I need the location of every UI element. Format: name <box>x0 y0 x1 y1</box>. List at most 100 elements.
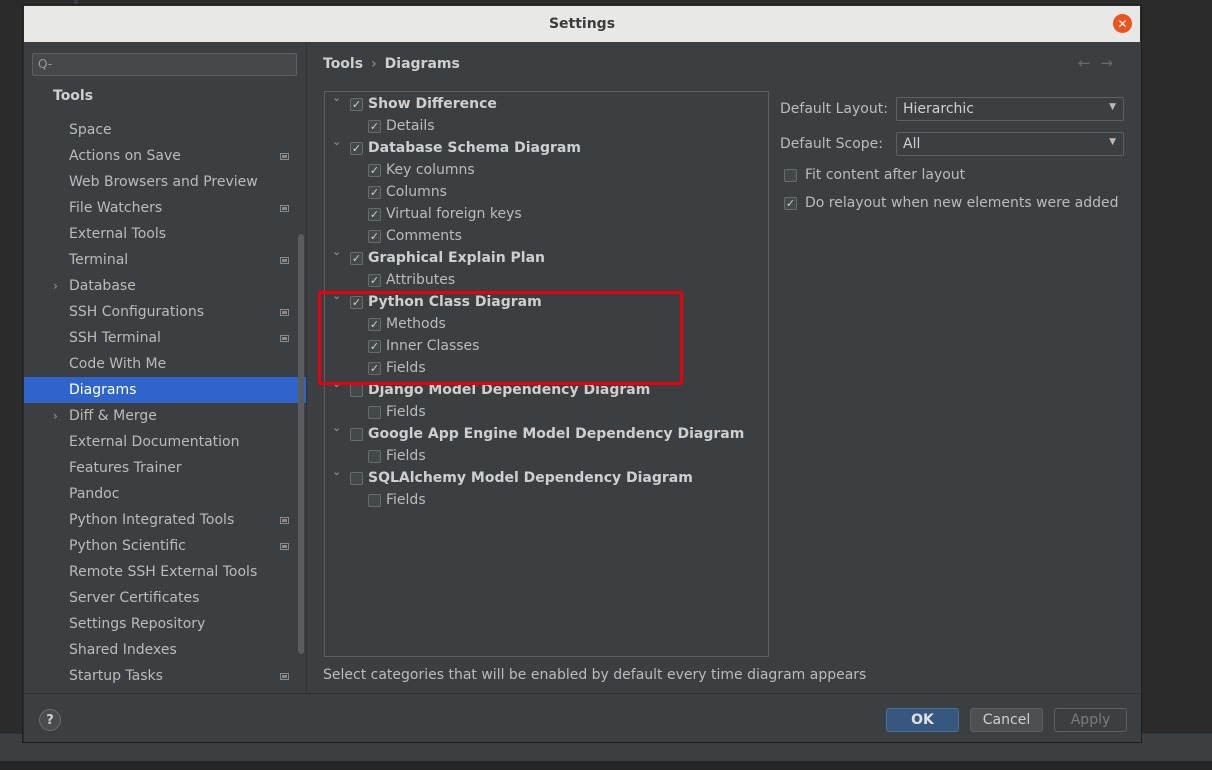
relayout-checkbox[interactable]: ✓ <box>784 196 797 210</box>
project-settings-icon <box>280 153 289 160</box>
subcategory-fields[interactable]: Fields <box>325 489 765 511</box>
sidebar-item-label: Code With Me <box>69 356 167 372</box>
subcategory-fields[interactable]: ✓ Fields <box>325 357 765 379</box>
chevron-down-icon[interactable]: ⌄ <box>332 135 341 148</box>
subcategory-fields[interactable]: Fields <box>325 401 765 423</box>
cancel-button[interactable]: Cancel <box>970 708 1043 732</box>
sidebar-item-file-watchers[interactable]: File Watchers <box>24 195 306 221</box>
category-checkbox[interactable] <box>350 383 363 397</box>
sidebar-item-web-browsers-and-preview[interactable]: Web Browsers and Preview <box>24 169 306 195</box>
sidebar-item-external-tools[interactable]: External Tools <box>24 221 306 247</box>
apply-button[interactable]: Apply <box>1054 708 1127 732</box>
subcategory-checkbox[interactable]: ✓ <box>368 339 381 353</box>
back-arrow-icon[interactable]: ← <box>1078 54 1101 72</box>
hint-text: Select categories that will be enabled b… <box>323 667 867 683</box>
project-settings-icon <box>280 543 289 550</box>
category-checkbox[interactable]: ✓ <box>350 141 363 155</box>
sidebar-item-startup-tasks[interactable]: Startup Tasks <box>24 663 306 689</box>
sidebar-item-pandoc[interactable]: Pandoc <box>24 481 306 507</box>
sidebar-item-code-with-me[interactable]: Code With Me <box>24 351 306 377</box>
sidebar-item-space[interactable]: Space <box>24 117 306 143</box>
chevron-down-icon[interactable]: ⌄ <box>332 289 341 302</box>
sidebar-item-features-trainer[interactable]: Features Trainer <box>24 455 306 481</box>
default-layout-select[interactable]: Hierarchic ▼ <box>896 97 1124 121</box>
category-checkbox[interactable]: ✓ <box>350 97 363 111</box>
subcategory-comments[interactable]: ✓ Comments <box>325 225 765 247</box>
settings-sidebar: Q- Tools Space Actions on Save Web Browser… <box>24 42 306 693</box>
search-input[interactable]: Q- <box>32 53 297 76</box>
default-scope-select[interactable]: All ▼ <box>896 132 1124 156</box>
chevron-right-icon[interactable]: › <box>53 279 58 293</box>
subcategory-label: Attributes <box>386 272 456 288</box>
fit-content-checkbox[interactable] <box>784 168 797 182</box>
subcategory-key-columns[interactable]: ✓ Key columns <box>325 159 765 181</box>
subcategory-attributes[interactable]: ✓ Attributes <box>325 269 765 291</box>
category-checkbox[interactable]: ✓ <box>350 251 363 265</box>
sidebar-item-database[interactable]: › Database <box>24 273 306 299</box>
subcategory-checkbox[interactable]: ✓ <box>368 229 381 243</box>
category-database-schema-diagram[interactable]: ⌄ ✓ Database Schema Diagram <box>325 135 765 159</box>
help-button[interactable]: ? <box>39 709 61 731</box>
subcategory-details[interactable]: ✓ Details <box>325 115 765 137</box>
breadcrumb-parent[interactable]: Tools <box>323 56 363 72</box>
category-checkbox[interactable] <box>350 427 363 441</box>
subcategory-checkbox[interactable]: ✓ <box>368 119 381 133</box>
close-button[interactable]: ✕ <box>1113 14 1132 33</box>
subcategory-checkbox[interactable]: ✓ <box>368 317 381 331</box>
chevron-right-icon[interactable]: › <box>53 409 58 423</box>
sidebar-item-external-documentation[interactable]: External Documentation <box>24 429 306 455</box>
sidebar-item-diagrams[interactable]: Diagrams <box>24 377 306 403</box>
category-checkbox[interactable] <box>350 471 363 485</box>
subcategory-inner-classes[interactable]: ✓ Inner Classes <box>325 335 765 357</box>
chevron-down-icon[interactable]: ⌄ <box>332 377 341 390</box>
subcategory-checkbox[interactable]: ✓ <box>368 361 381 375</box>
project-settings-icon <box>280 257 289 264</box>
sidebar-scrollbar[interactable] <box>298 234 304 654</box>
sidebar-item-ssh-configurations[interactable]: SSH Configurations <box>24 299 306 325</box>
subcategory-checkbox[interactable]: ✓ <box>368 163 381 177</box>
category-graphical-explain-plan[interactable]: ⌄ ✓ Graphical Explain Plan <box>325 245 765 269</box>
sidebar-item-python-integrated-tools[interactable]: Python Integrated Tools <box>24 507 306 533</box>
sidebar-item-terminal[interactable]: Terminal <box>24 247 306 273</box>
subcategory-checkbox[interactable]: ✓ <box>368 185 381 199</box>
sidebar-item-diff-and-merge[interactable]: › Diff & Merge <box>24 403 306 429</box>
sidebar-item-settings-repository[interactable]: Settings Repository <box>24 611 306 637</box>
subcategory-checkbox[interactable]: ✓ <box>368 273 381 287</box>
sidebar-root-tools[interactable]: Tools <box>53 88 93 104</box>
subcategory-virtual-foreign-keys[interactable]: ✓ Virtual foreign keys <box>325 203 765 225</box>
sidebar-item-label: Web Browsers and Preview <box>69 174 258 190</box>
chevron-down-icon[interactable]: ⌄ <box>332 465 341 478</box>
category-django-model-dependency-diagram[interactable]: ⌄ Django Model Dependency Diagram <box>325 377 765 401</box>
ok-button[interactable]: OK <box>886 708 959 732</box>
category-checkbox[interactable]: ✓ <box>350 295 363 309</box>
subcategory-checkbox[interactable] <box>368 405 381 419</box>
relayout-option[interactable]: ✓ Do relayout when new elements were add… <box>784 195 1119 211</box>
subcategory-fields[interactable]: Fields <box>325 445 765 467</box>
category-tree: ⌄ ✓ Show Difference ✓ Details ⌄ ✓ Database Sche… <box>324 91 769 657</box>
subcategory-label: Comments <box>386 228 462 244</box>
subcategory-checkbox[interactable] <box>368 493 381 507</box>
sidebar-item-ssh-terminal[interactable]: SSH Terminal <box>24 325 306 351</box>
subcategory-methods[interactable]: ✓ Methods <box>325 313 765 335</box>
sidebar-item-remote-ssh-external-tools[interactable]: Remote SSH External Tools <box>24 559 306 585</box>
category-google-app-engine-model-dependency-diagram[interactable]: ⌄ Google App Engine Model Dependency Diag… <box>325 421 765 445</box>
subcategory-columns[interactable]: ✓ Columns <box>325 181 765 203</box>
sidebar-item-actions-on-save[interactable]: Actions on Save <box>24 143 306 169</box>
chevron-down-icon[interactable]: ⌄ <box>332 91 341 104</box>
sidebar-item-server-certificates[interactable]: Server Certificates <box>24 585 306 611</box>
category-python-class-diagram[interactable]: ⌄ ✓ Python Class Diagram <box>325 289 765 313</box>
subcategory-label: Details <box>386 118 435 134</box>
sidebar-item-shared-indexes[interactable]: Shared Indexes <box>24 637 306 663</box>
category-label: Graphical Explain Plan <box>368 250 546 266</box>
chevron-down-icon[interactable]: ⌄ <box>332 421 341 434</box>
forward-arrow-icon[interactable]: → <box>1100 54 1123 72</box>
subcategory-checkbox[interactable]: ✓ <box>368 207 381 221</box>
category-show-difference[interactable]: ⌄ ✓ Show Difference <box>325 91 765 115</box>
sidebar-item-python-scientific[interactable]: Python Scientific <box>24 533 306 559</box>
sidebar-item-label: Terminal <box>69 252 129 268</box>
fit-content-option[interactable]: Fit content after layout <box>784 167 965 183</box>
category-sqlalchemy-model-dependency-diagram[interactable]: ⌄ SQLAlchemy Model Dependency Diagram <box>325 465 765 489</box>
subcategory-checkbox[interactable] <box>368 449 381 463</box>
chevron-down-icon[interactable]: ⌄ <box>332 245 341 258</box>
sidebar-item-label: Shared Indexes <box>69 642 177 658</box>
